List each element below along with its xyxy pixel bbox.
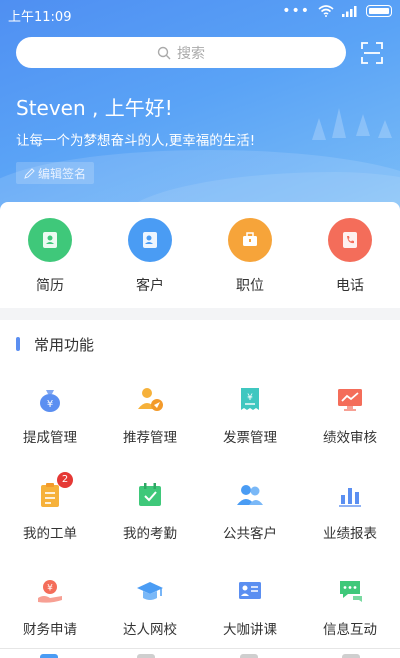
tree-decoration-icon [356,114,370,136]
function-recommend[interactable]: 推荐管理 [100,384,200,446]
chat-icon [335,576,365,606]
battery-icon [366,5,392,17]
nav-tab-home-icon[interactable] [40,654,58,658]
edit-signature-label: 编辑签名 [37,166,86,181]
bottom-navigation [0,648,400,658]
function-info-interaction[interactable]: 信息互动 [300,576,400,638]
pencil-icon [24,167,35,179]
finance-icon: ¥ [35,576,65,606]
function-commission[interactable]: ¥ 提成管理 [0,384,100,446]
tree-decoration-icon [378,120,392,138]
phone-icon [328,218,372,262]
public-customers-icon [235,480,265,510]
function-label: 信息互动 [323,622,377,638]
function-label: 我的工单 [23,526,77,542]
function-label: 达人网校 [123,622,177,638]
edit-signature-button[interactable]: 编辑签名 [16,162,94,184]
function-label: 财务申请 [23,622,77,638]
motto-text: 让每一个为梦想奋斗的人,更幸福的生活! [16,133,256,149]
quick-action-label: 简历 [36,278,64,294]
money-bag-icon: ¥ [35,384,65,414]
function-online-school[interactable]: 达人网校 [100,576,200,638]
search-bar[interactable]: 搜索 [16,37,346,68]
section-accent-bar [16,337,20,351]
function-label: 发票管理 [223,430,277,446]
status-dots: ••• [282,3,310,19]
function-label: 业绩报表 [323,526,377,542]
lecture-icon [235,576,265,606]
tree-decoration-icon [312,118,326,140]
customer-icon [128,218,172,262]
signal-icon [342,6,357,17]
function-expert-lecture[interactable]: 大咖讲课 [200,576,300,638]
quick-action-label: 客户 [136,278,164,294]
status-time: 上午11:09 [8,10,72,25]
quick-action-label: 电话 [336,278,364,294]
bar-chart-icon [335,480,365,510]
function-label: 大咖讲课 [223,622,277,638]
greeting-text: Steven , 上午好! [16,96,173,120]
briefcase-icon [228,218,272,262]
function-label: 我的考勤 [123,526,177,542]
svg-text:¥: ¥ [247,393,253,403]
tree-decoration-icon [332,108,346,138]
search-placeholder: 搜索 [177,45,205,62]
quick-action-resume[interactable]: 简历 [0,218,100,295]
svg-text:¥: ¥ [47,399,53,410]
nav-tab-2-icon[interactable] [137,654,155,658]
invoice-icon: ¥ [235,384,265,414]
function-label: 绩效审核 [323,430,377,446]
search-icon [157,46,171,59]
quick-action-phone[interactable]: 电话 [300,218,400,295]
function-label: 提成管理 [23,430,77,446]
work-order-icon: 2 [35,472,73,510]
function-label: 公共客户 [223,526,277,542]
function-performance-review[interactable]: 绩效审核 [300,384,400,446]
function-performance-report[interactable]: 业绩报表 [300,480,400,542]
common-functions-card: 常用功能 ¥ 提成管理 推荐管理 ¥ 发票管理 绩效审核 2 我的工单 我的考勤… [0,320,400,658]
function-public-customers[interactable]: 公共客户 [200,480,300,542]
quick-action-label: 职位 [236,278,264,294]
quick-action-position[interactable]: 职位 [200,218,300,295]
wifi-icon [318,5,334,17]
function-my-work-orders[interactable]: 2 我的工单 [0,472,100,542]
status-icons: ••• [282,3,392,19]
function-invoice[interactable]: ¥ 发票管理 [200,384,300,446]
svg-text:¥: ¥ [47,584,53,594]
function-my-attendance[interactable]: 我的考勤 [100,480,200,542]
status-bar: 上午11:09 ••• [0,0,400,28]
recommend-icon [135,384,165,414]
quick-action-customer[interactable]: 客户 [100,218,200,295]
performance-chart-icon [335,384,365,414]
nav-tab-4-icon[interactable] [342,654,360,658]
function-finance-request[interactable]: ¥ 财务申请 [0,576,100,638]
scan-icon[interactable] [361,42,383,64]
quick-actions-card: 简历 客户 职位 电话 [0,202,400,308]
function-label: 推荐管理 [123,430,177,446]
nav-tab-3-icon[interactable] [240,654,258,658]
resume-icon [28,218,72,262]
attendance-icon [135,480,165,510]
notification-badge: 2 [57,472,73,488]
section-title: 常用功能 [34,336,95,354]
graduation-cap-icon [135,576,165,606]
